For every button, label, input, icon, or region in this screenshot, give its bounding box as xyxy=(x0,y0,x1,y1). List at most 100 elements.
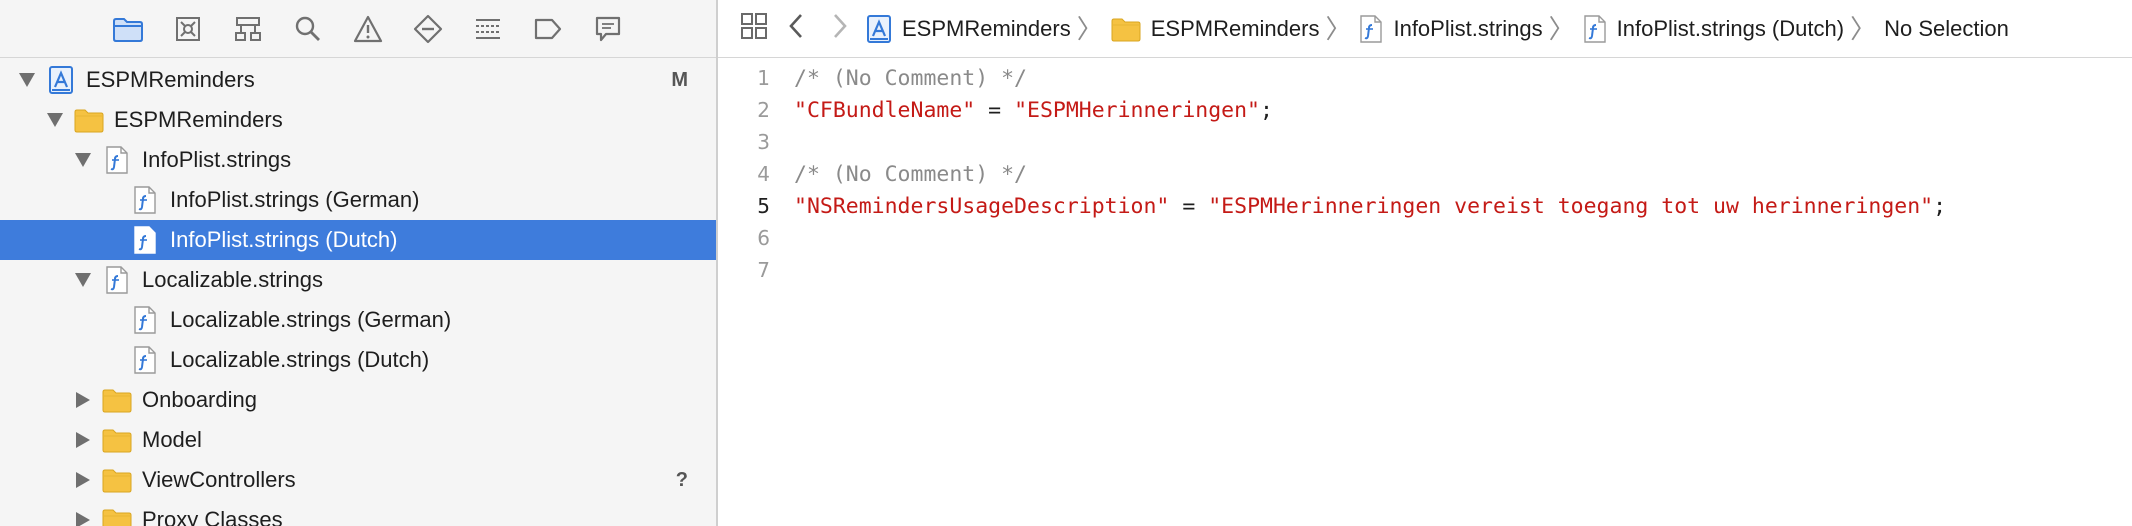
debug-navigator-tab[interactable] xyxy=(458,0,518,58)
jump-bar: ESPMReminders 〉 ESPMReminders 〉 InfoPlist.st… xyxy=(718,0,2132,58)
tree-row-label: InfoPlist.strings (German) xyxy=(170,187,420,212)
strings-file-icon xyxy=(130,184,160,216)
tree-row[interactable]: Localizable.strings (Dutch) xyxy=(0,340,716,380)
report-navigator-tab[interactable] xyxy=(578,0,638,58)
disclosure-triangle-closed[interactable] xyxy=(70,507,96,526)
code-line[interactable]: 4 /* (No Comment) */ xyxy=(718,158,2132,190)
tree-row[interactable]: ViewControllers? xyxy=(0,460,716,500)
code-line[interactable]: 3 xyxy=(718,126,2132,158)
folder-icon xyxy=(1111,16,1141,42)
project-icon xyxy=(866,14,892,44)
hierarchy-icon xyxy=(233,15,263,43)
code-line[interactable]: 2 "CFBundleName" = "ESPMHerinneringen"; xyxy=(718,94,2132,126)
breadcrumb-item[interactable]: InfoPlist.strings xyxy=(1359,14,1543,44)
grid-icon xyxy=(739,11,769,47)
disclosure-triangle-open[interactable] xyxy=(70,147,96,173)
strings-file-icon xyxy=(1583,14,1607,44)
breakpoint-navigator-tab[interactable] xyxy=(518,0,578,58)
tree-row[interactable]: Proxy Classes xyxy=(0,500,716,526)
tree-row-label: Model xyxy=(142,427,202,452)
strings-file-icon xyxy=(102,264,132,296)
find-navigator-tab[interactable] xyxy=(278,0,338,58)
hierarchy-navigator-tab[interactable] xyxy=(218,0,278,58)
code-line[interactable]: 1 /* (No Comment) */ xyxy=(718,62,2132,94)
source-editor: ESPMReminders 〉 ESPMReminders 〉 InfoPlist.st… xyxy=(718,0,2132,526)
breadcrumb-label: ESPMReminders xyxy=(902,15,1071,41)
tree-row[interactable]: InfoPlist.strings xyxy=(0,140,716,180)
tree-row[interactable]: InfoPlist.strings (German) xyxy=(0,180,716,220)
breakpoint-icon xyxy=(533,16,563,42)
breadcrumb-item[interactable]: ESPMReminders xyxy=(866,14,1071,44)
disclosure-triangle-closed[interactable] xyxy=(70,467,96,493)
tree-row[interactable]: Model xyxy=(0,420,716,460)
line-number: 7 xyxy=(757,258,770,282)
disclosure-triangle-open[interactable] xyxy=(14,67,40,93)
code-operator: ; xyxy=(1933,193,1947,219)
back-button[interactable] xyxy=(776,0,818,58)
code-line-text: /* (No Comment) */ xyxy=(794,66,1027,91)
code-line[interactable]: 7 xyxy=(718,254,2132,286)
issue-navigator-tab[interactable] xyxy=(338,0,398,58)
navigator-selector-bar xyxy=(0,0,716,58)
warning-icon xyxy=(353,15,383,43)
code-line[interactable]: 5 "NSRemindersUsageDescription" = "ESPMHe… xyxy=(718,190,2132,222)
tree-row[interactable]: ESPMReminders M xyxy=(0,60,716,100)
list-icon xyxy=(473,16,503,42)
tree-row-label: InfoPlist.strings (Dutch) xyxy=(170,227,398,252)
breadcrumb-separator-icon: 〉 xyxy=(1076,13,1103,44)
code-string-literal: "ESPMHerinneringen" xyxy=(1014,97,1261,123)
project-navigator-tab[interactable] xyxy=(98,0,158,58)
tree-row[interactable]: Localizable.strings xyxy=(0,260,716,300)
xcode-window: ESPMReminders M ESPMReminders InfoPlist.str… xyxy=(0,0,2132,526)
line-number: 6 xyxy=(757,226,770,250)
disclosure-triangle-closed[interactable] xyxy=(70,427,96,453)
breadcrumb-separator-icon: 〉 xyxy=(1548,13,1575,44)
code-operator: = xyxy=(1169,193,1209,219)
related-items-button[interactable] xyxy=(732,0,776,58)
tree-row[interactable]: Localizable.strings (German) xyxy=(0,300,716,340)
breadcrumb-separator-icon: 〉 xyxy=(1325,13,1352,44)
tree-row-label: ViewControllers xyxy=(142,467,296,492)
scm-status-badge: M xyxy=(671,68,688,91)
line-number: 5 xyxy=(757,194,770,218)
code-area[interactable]: 1 /* (No Comment) */ 2 "CFBundleName" = "ES… xyxy=(718,62,2132,286)
disclosure-triangle-open[interactable] xyxy=(70,267,96,293)
breadcrumb-item[interactable]: InfoPlist.strings (Dutch) xyxy=(1583,14,1844,44)
code-line-text: "NSRemindersUsageDescription" = "ESPMHer… xyxy=(794,194,1946,219)
folder-icon xyxy=(74,104,104,136)
line-number: 3 xyxy=(757,130,770,154)
breadcrumb-item[interactable]: ESPMReminders xyxy=(1111,16,1319,42)
chevron-right-icon xyxy=(828,11,850,47)
disclosure-triangle-closed[interactable] xyxy=(70,387,96,413)
tree-row-label: InfoPlist.strings xyxy=(142,147,292,172)
code-line[interactable]: 6 xyxy=(718,222,2132,254)
code-operator: ; xyxy=(1260,97,1273,123)
folder-icon xyxy=(102,424,132,456)
disclosure-triangle-open[interactable] xyxy=(42,107,68,133)
forward-button[interactable] xyxy=(818,0,860,58)
strings-file-icon xyxy=(102,144,132,176)
folder-icon xyxy=(102,384,132,416)
project-navigator: ESPMReminders M ESPMReminders InfoPlist.str… xyxy=(0,0,718,526)
disclosure-spacer xyxy=(98,227,124,253)
breadcrumb-label: InfoPlist.strings (Dutch) xyxy=(1616,15,1845,41)
code-operator: = xyxy=(975,97,1015,123)
tree-row-label: ESPMReminders xyxy=(114,107,283,132)
strings-file-icon xyxy=(130,224,160,256)
tree-row-label: Proxy Classes xyxy=(142,507,283,526)
tree-row-label: Localizable.strings xyxy=(142,267,323,292)
diamond-minus-icon xyxy=(413,14,443,44)
breadcrumb-separator-icon: 〉 xyxy=(1850,13,1877,44)
symbol-navigator-tab[interactable] xyxy=(158,0,218,58)
speech-bubble-icon xyxy=(594,15,622,43)
strings-file-icon xyxy=(130,304,160,336)
disclosure-spacer xyxy=(98,347,124,373)
tree-row[interactable]: Onboarding xyxy=(0,380,716,420)
code-string-literal: "NSRemindersUsageDescription" xyxy=(794,193,1170,219)
tree-row[interactable]: ESPMReminders xyxy=(0,100,716,140)
test-navigator-tab[interactable] xyxy=(398,0,458,58)
line-number: 2 xyxy=(757,98,770,122)
folder-icon xyxy=(113,16,143,42)
breadcrumb-item[interactable]: No Selection xyxy=(1884,16,2009,42)
tree-row[interactable]: InfoPlist.strings (Dutch) xyxy=(0,220,716,260)
